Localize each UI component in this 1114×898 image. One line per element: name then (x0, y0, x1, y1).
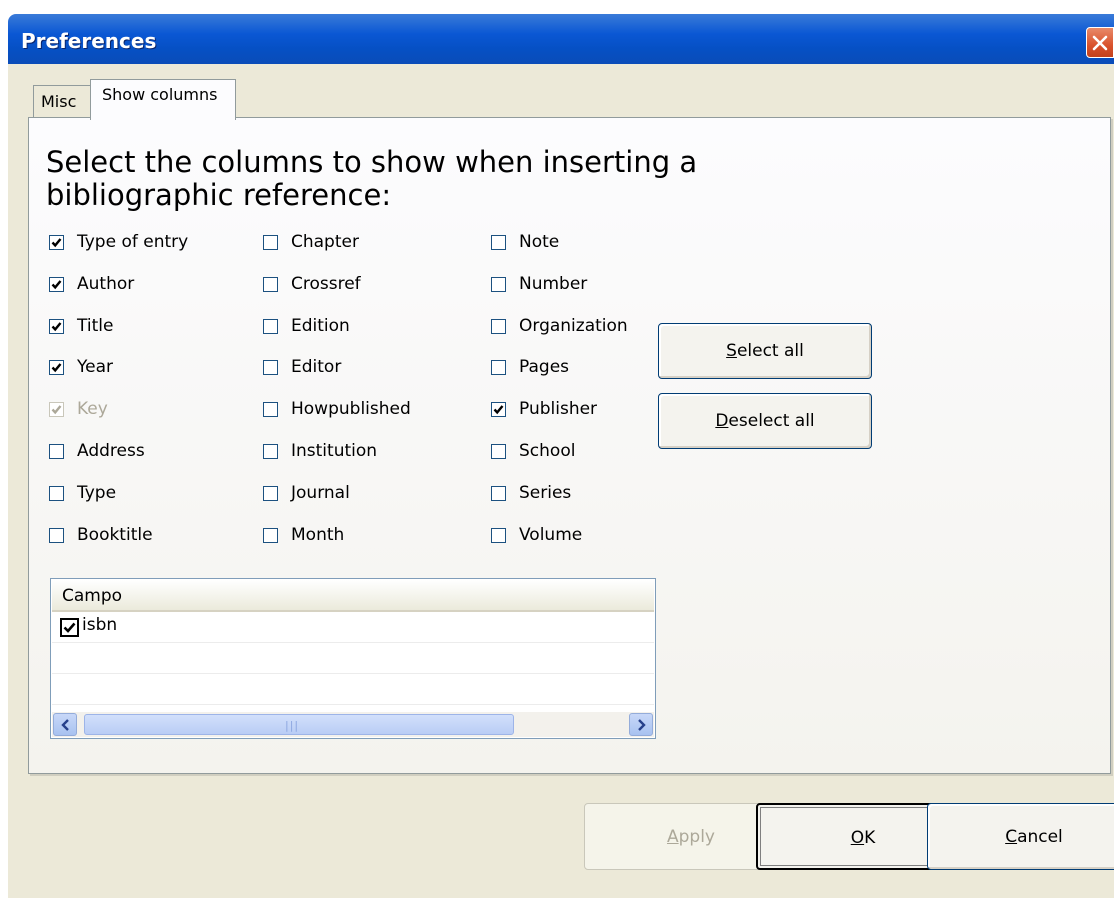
checkbox-label: Howpublished (291, 399, 411, 419)
checkbox-label: Chapter (291, 232, 359, 252)
select-all-label: Select all (726, 341, 804, 361)
check-icon (51, 363, 62, 373)
title-bar[interactable]: Preferences (8, 14, 1114, 64)
checkbox-box[interactable] (263, 360, 278, 375)
list-row-empty (52, 643, 654, 674)
checkbox-label: School (519, 441, 576, 461)
checkbox-label: Title (77, 316, 114, 336)
checkbox-label: Address (77, 441, 145, 461)
checkbox-box[interactable] (491, 235, 506, 250)
tab-misc-label: Misc (41, 92, 77, 111)
checkbox-box[interactable] (49, 444, 64, 459)
checkbox-label: Journal (291, 483, 350, 503)
check-icon (63, 622, 76, 633)
checkbox-box[interactable] (49, 319, 64, 334)
chevron-right-icon (638, 719, 646, 731)
checkbox-box[interactable] (491, 319, 506, 334)
checkbox-box[interactable] (491, 402, 506, 417)
checkbox-box[interactable] (263, 486, 278, 501)
checkbox-label: Number (519, 274, 588, 294)
checkbox-label: Volume (519, 525, 583, 545)
checkbox-label: Key (77, 399, 108, 419)
deselect-all-button[interactable]: Deselect all (658, 393, 872, 449)
scroll-thumb[interactable]: ||| (84, 714, 514, 735)
check-icon (51, 238, 62, 248)
checkbox-box[interactable] (263, 319, 278, 334)
tab-show-columns-label: Show columns (102, 85, 218, 104)
checkbox-label: Month (291, 525, 345, 545)
scroll-grip-icon: ||| (285, 719, 300, 732)
checkbox-box[interactable] (263, 235, 278, 250)
checkbox-label: Crossref (291, 274, 361, 294)
tab-misc[interactable]: Misc (33, 85, 93, 117)
isbn-checkbox[interactable] (60, 618, 79, 637)
list-row-empty (52, 674, 654, 705)
checkbox-label: Author (77, 274, 135, 294)
checkbox-label: Pages (519, 357, 570, 377)
checkbox-box[interactable] (49, 360, 64, 375)
checkbox-box (49, 402, 64, 417)
cancel-button[interactable]: Cancel (927, 803, 1114, 870)
checkbox-box[interactable] (49, 528, 64, 543)
window-title: Preferences (21, 29, 157, 53)
cancel-label: Cancel (1005, 827, 1063, 847)
checkbox-label: Series (519, 483, 572, 503)
checkbox-box[interactable] (491, 528, 506, 543)
checkbox-box[interactable] (49, 277, 64, 292)
list-row-label: isbn (82, 615, 118, 635)
checkbox-box[interactable] (263, 444, 278, 459)
list-header-campo[interactable]: Campo (52, 580, 654, 612)
deselect-all-label: Deselect all (715, 411, 815, 431)
checkbox-label: Note (519, 232, 560, 252)
checkbox-label: Type (77, 483, 117, 503)
checkbox-label: Publisher (519, 399, 598, 419)
checkbox-box[interactable] (49, 486, 64, 501)
check-icon (51, 405, 62, 415)
checkbox-label: Type of entry (77, 232, 189, 252)
select-all-button[interactable]: Select all (658, 323, 872, 379)
checkbox-box[interactable] (491, 486, 506, 501)
page-heading: Select the columns to show when insertin… (46, 145, 698, 212)
close-button[interactable] (1086, 27, 1114, 58)
checkbox-box[interactable] (263, 277, 278, 292)
list-row[interactable]: isbn (52, 612, 654, 643)
scroll-right-button[interactable] (629, 713, 653, 736)
checkbox-box[interactable] (263, 402, 278, 417)
checkbox-box[interactable] (491, 277, 506, 292)
checkbox-label: Institution (291, 441, 378, 461)
check-icon (493, 405, 504, 415)
checkbox-label: Editor (291, 357, 342, 377)
checkbox-label: Booktitle (77, 525, 153, 545)
scroll-left-button[interactable] (53, 713, 77, 736)
chevron-left-icon (61, 719, 69, 731)
horizontal-scrollbar[interactable]: ||| (52, 712, 654, 737)
checkbox-box[interactable] (49, 235, 64, 250)
checkbox-label: Year (77, 357, 113, 377)
custom-fields-list[interactable]: Campo isbn ||| (50, 578, 656, 739)
checkbox-box[interactable] (263, 528, 278, 543)
list-header-label: Campo (62, 586, 123, 606)
checkbox-box[interactable] (491, 360, 506, 375)
check-icon (51, 280, 62, 290)
check-icon (51, 322, 62, 332)
checkbox-label: Edition (291, 316, 350, 336)
checkbox-label: Organization (519, 316, 628, 336)
tab-show-columns[interactable]: Show columns (90, 79, 236, 120)
close-icon (1092, 35, 1108, 51)
checkbox-box[interactable] (491, 444, 506, 459)
